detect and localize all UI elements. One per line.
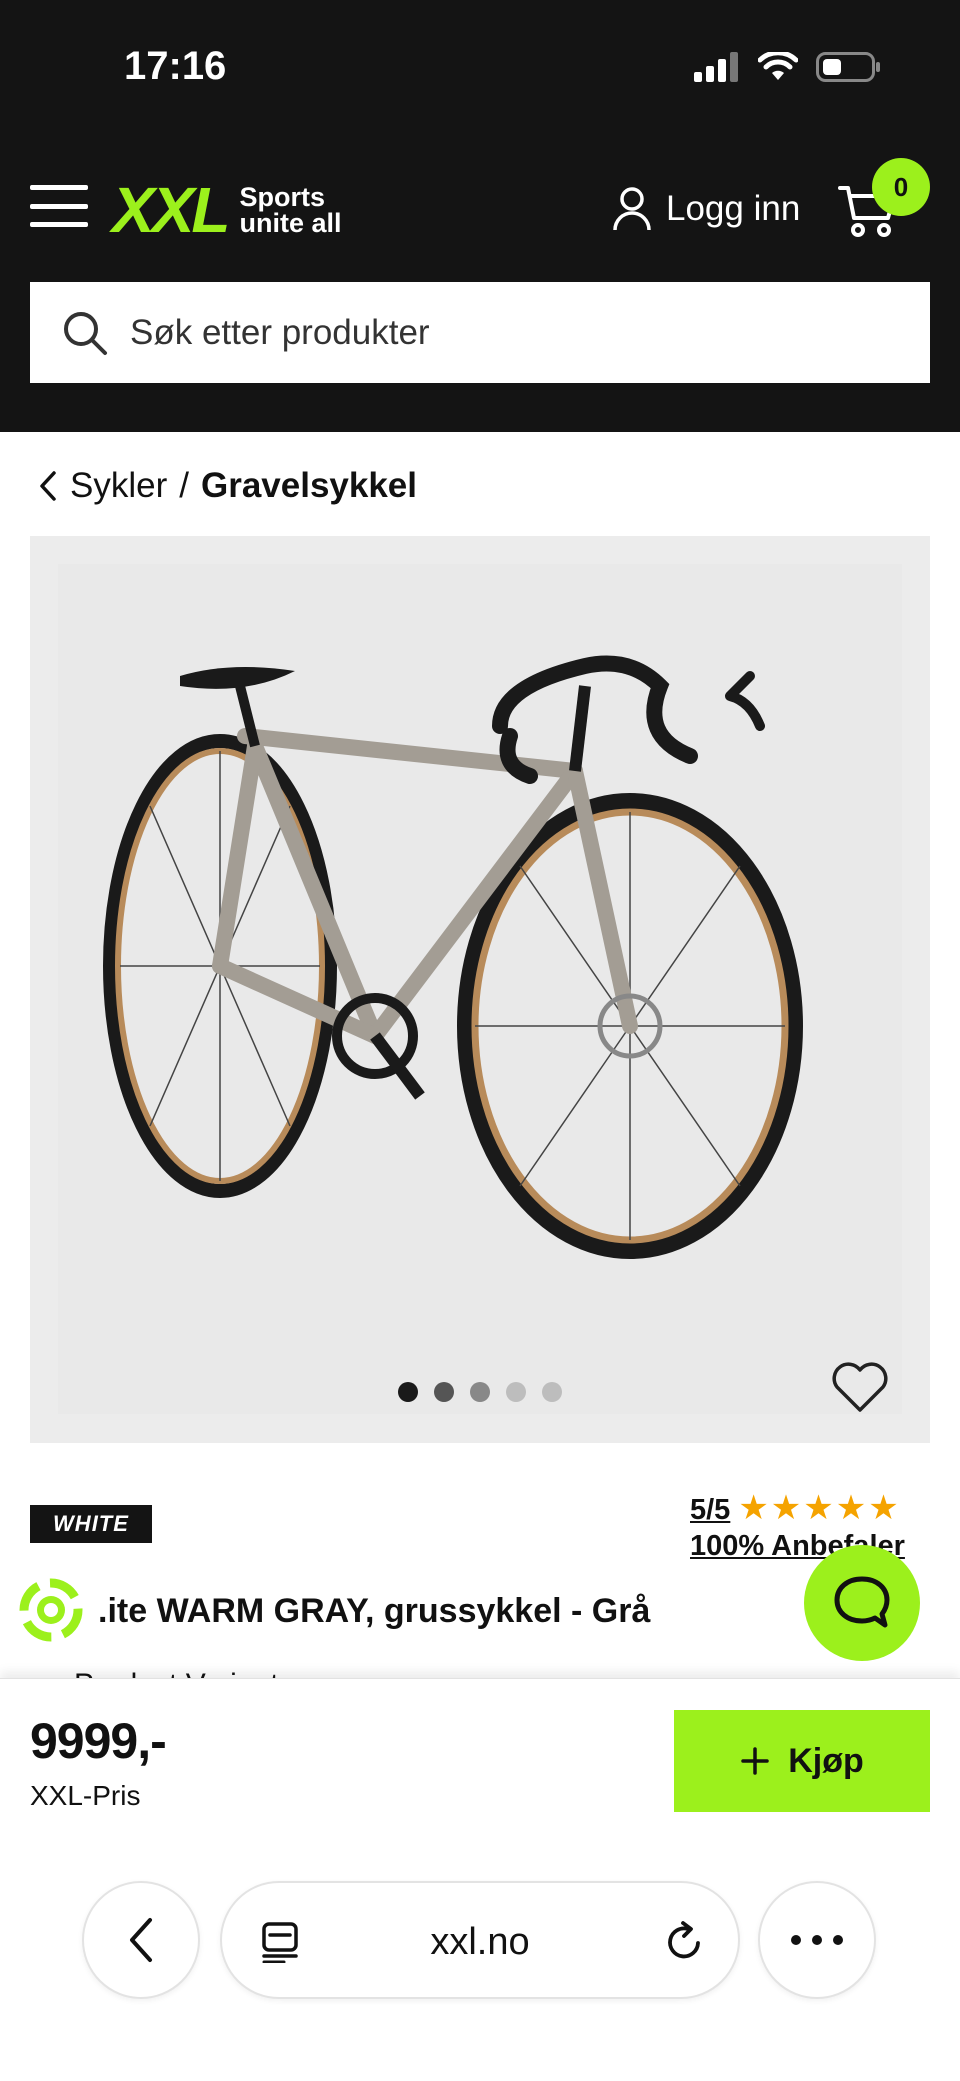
more-options-button[interactable]: [758, 1881, 876, 1999]
ellipsis-icon: [791, 1935, 843, 1945]
reload-icon[interactable]: [664, 1919, 706, 1963]
search-icon: [64, 311, 107, 355]
breadcrumb: Sykler / Gravelsykkel: [38, 466, 417, 506]
plus-icon: [741, 1747, 769, 1775]
buy-label: Kjøp: [788, 1741, 864, 1780]
status-icons: [694, 52, 882, 82]
bike-spinner-icon: [19, 1578, 83, 1642]
gallery-dot[interactable]: [542, 1382, 562, 1402]
logo-mark: XXL: [112, 174, 230, 246]
gallery-dot[interactable]: [506, 1382, 526, 1402]
browser-back-button[interactable]: [82, 1881, 200, 1999]
bicycle-image: [58, 564, 902, 1414]
menu-line: [30, 222, 88, 227]
product-title: .ite WARM GRAY, grussykkel - Grå: [98, 1592, 651, 1630]
gallery-dot[interactable]: [434, 1382, 454, 1402]
price: 9999,-: [30, 1713, 167, 1769]
product-image[interactable]: [30, 536, 930, 1443]
cart-count-badge: 0: [872, 158, 930, 216]
chat-button[interactable]: [804, 1545, 920, 1661]
breadcrumb-parent[interactable]: Sykler: [70, 466, 167, 506]
search-input[interactable]: Søk etter produkter: [30, 282, 930, 383]
gallery-dot[interactable]: [470, 1382, 490, 1402]
login-link[interactable]: Logg inn: [612, 186, 800, 232]
logo-tagline-line-2: unite all: [239, 208, 342, 238]
breadcrumb-separator: /: [179, 466, 189, 505]
brand-logo[interactable]: WHITE: [30, 1505, 152, 1543]
chevron-left-icon[interactable]: [38, 470, 58, 502]
logo-tagline-line-1: Sports: [239, 182, 325, 212]
menu-line: [30, 203, 88, 209]
battery-icon: [816, 52, 880, 82]
chevron-left-icon: [130, 1918, 152, 1962]
menu-button[interactable]: [30, 185, 88, 227]
url-text: xxl.no: [430, 1921, 530, 1963]
status-time: 17:16: [124, 44, 227, 88]
breadcrumb-current: Gravelsykkel: [200, 466, 417, 505]
login-label: Logg inn: [666, 189, 801, 228]
logo-tagline: Sports unite all: [239, 182, 342, 238]
gallery-dot[interactable]: [398, 1382, 418, 1402]
signal-icon: [694, 52, 738, 82]
address-bar[interactable]: xxl.no: [220, 1881, 740, 1999]
price-label: XXL-Pris: [30, 1780, 141, 1811]
search-placeholder: Søk etter produkter: [130, 312, 430, 352]
buy-button[interactable]: Kjøp: [674, 1710, 930, 1812]
wifi-icon: [758, 52, 798, 80]
site-logo[interactable]: XXL Sports unite all: [112, 178, 341, 242]
favorite-heart-icon[interactable]: [830, 1360, 890, 1414]
product-rating[interactable]: 5/5 ★★★★★: [690, 1488, 901, 1528]
menu-line: [30, 185, 88, 190]
rating-stars-icon: ★★★★★: [738, 1489, 901, 1527]
rating-score: 5/5: [690, 1494, 731, 1526]
chat-icon: [834, 1576, 890, 1628]
user-icon: [613, 187, 651, 231]
gallery-pagination: [398, 1382, 562, 1402]
